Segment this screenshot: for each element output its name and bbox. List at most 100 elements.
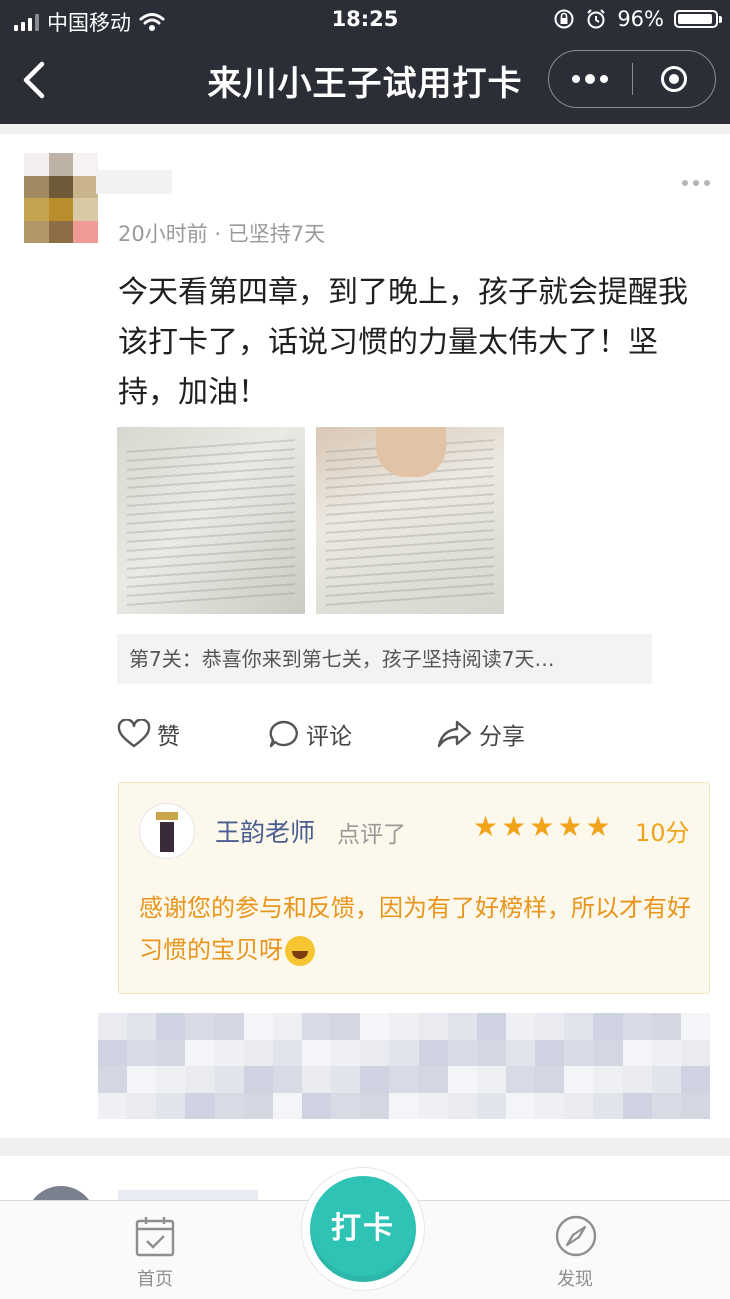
blur-cell: [185, 1039, 215, 1066]
star-icon: ★: [501, 810, 527, 843]
rotation-lock-icon: [554, 9, 574, 29]
checkin-button[interactable]: 打卡: [310, 1176, 416, 1282]
blur-cell: [214, 1066, 244, 1093]
blur-cell: [389, 1039, 419, 1066]
blur-cell: [535, 1066, 565, 1093]
tab-discover[interactable]: 发现: [515, 1201, 635, 1299]
blur-cell: [564, 1039, 594, 1066]
blur-cell: [622, 1039, 652, 1066]
blur-cell: [418, 1066, 448, 1093]
blur-cell: [476, 1039, 506, 1066]
tab-home-label: 首页: [137, 1269, 173, 1290]
post-actions: 赞 评论 分享: [117, 714, 677, 754]
close-miniprogram-button[interactable]: [633, 51, 716, 107]
blur-cell: [331, 1039, 361, 1066]
username-blurred[interactable]: [96, 170, 172, 194]
blur-cell: [360, 1039, 390, 1066]
blur-cell: [476, 1013, 506, 1040]
share-button[interactable]: 分享: [437, 714, 525, 754]
review-text-content: 感谢您的参与和反馈，因为有了好榜样，所以才有好习惯的宝贝呀: [139, 894, 691, 964]
post-meta: 20小时前 · 已坚持7天: [118, 222, 326, 246]
like-label: 赞: [157, 724, 180, 750]
blur-cell: [360, 1013, 390, 1040]
blur-cell: [476, 1066, 506, 1093]
blur-cell: [331, 1013, 361, 1040]
blur-cell: [185, 1013, 215, 1040]
blur-cell: [651, 1039, 681, 1066]
blur-cell: [98, 1039, 128, 1066]
blur-cell: [389, 1092, 419, 1119]
post-more-icon[interactable]: [682, 180, 710, 186]
blur-cell: [418, 1092, 448, 1119]
blur-cell: [360, 1066, 390, 1093]
comment-button[interactable]: 评论: [268, 714, 352, 754]
blur-cell: [331, 1066, 361, 1093]
blur-cell: [564, 1066, 594, 1093]
review-verb: 点评了: [337, 822, 406, 848]
blur-cell: [680, 1039, 710, 1066]
post-photo[interactable]: [117, 427, 305, 614]
avatar[interactable]: [24, 153, 98, 243]
blur-cell: [535, 1092, 565, 1119]
blur-cell: [447, 1092, 477, 1119]
blur-cell: [680, 1092, 710, 1119]
blur-cell: [505, 1013, 536, 1040]
level-card[interactable]: 第7关：恭喜你来到第七关，孩子坚持阅读7天…: [117, 634, 652, 684]
blur-cell: [156, 1092, 186, 1119]
blur-cell: [593, 1039, 623, 1066]
status-bar: 中国移动 18:25 96%: [0, 0, 730, 40]
blur-cell: [301, 1066, 332, 1093]
more-menu-button[interactable]: [549, 51, 632, 107]
blur-cell: [214, 1039, 244, 1066]
blur-cell: [156, 1039, 186, 1066]
blur-cell: [301, 1013, 332, 1040]
blur-cell: [476, 1092, 506, 1119]
calendar-check-icon: [135, 1217, 175, 1257]
blur-cell: [593, 1013, 623, 1040]
tab-home[interactable]: 首页: [95, 1201, 215, 1299]
compass-icon: [555, 1215, 597, 1257]
battery-icon: [674, 10, 722, 28]
review-text: 感谢您的参与和反馈，因为有了好榜样，所以才有好习惯的宝贝呀: [139, 887, 699, 971]
blur-cell: [243, 1092, 273, 1119]
blur-cell: [272, 1013, 302, 1040]
blur-cell: [505, 1092, 536, 1119]
blur-cell: [127, 1092, 157, 1119]
share-icon: [437, 720, 472, 748]
blur-cell: [272, 1066, 302, 1093]
post-photo[interactable]: [316, 427, 504, 614]
blur-cell: [243, 1039, 273, 1066]
blur-cell: [651, 1092, 681, 1119]
share-label: 分享: [479, 724, 525, 750]
target-icon: [660, 66, 687, 92]
blur-cell: [418, 1039, 448, 1066]
blur-cell: [418, 1013, 448, 1040]
blur-cell: [243, 1066, 273, 1093]
blur-cell: [127, 1066, 157, 1093]
blur-cell: [214, 1013, 244, 1040]
like-button[interactable]: 赞: [117, 714, 180, 754]
star-icon: ★: [473, 810, 499, 843]
section-divider: [0, 1138, 730, 1156]
blur-cell: [156, 1013, 186, 1040]
blur-cell: [98, 1013, 128, 1040]
blur-cell: [185, 1066, 215, 1093]
top-bar: 中国移动 18:25 96% 来川小王子试用打卡: [0, 0, 730, 124]
blur-cell: [622, 1066, 652, 1093]
blur-cell: [447, 1039, 477, 1066]
teacher-name[interactable]: 王韵老师: [215, 813, 315, 849]
section-divider: [0, 124, 730, 134]
checkin-fab-ring: 打卡: [302, 1168, 424, 1290]
blur-cell: [127, 1013, 157, 1040]
blur-cell: [389, 1066, 419, 1093]
blur-cell: [185, 1092, 215, 1119]
blur-cell: [447, 1013, 477, 1040]
blur-cell: [505, 1039, 536, 1066]
blur-cell: [680, 1066, 710, 1093]
comment-icon: [269, 720, 298, 748]
star-icon: ★: [585, 810, 611, 843]
post-content: 今天看第四章，到了晚上，孩子就会提醒我该打卡了，话说习惯的力量太伟大了！坚持，加…: [118, 275, 688, 410]
teacher-avatar[interactable]: [139, 803, 195, 859]
blur-cell: [535, 1039, 565, 1066]
blur-cell: [360, 1092, 390, 1119]
